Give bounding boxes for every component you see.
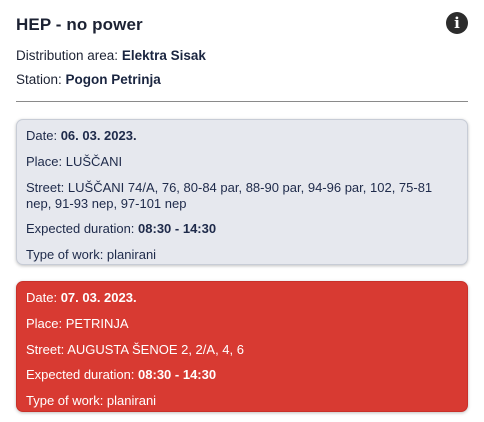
outage-duration: Expected duration: 08:30 - 14:30 [26,367,458,383]
distribution-area: Distribution area: Elektra Sisak [16,48,206,63]
outage-street: Street: LUŠČANI 74/A, 76, 80-84 par, 88-… [26,180,458,212]
outage-duration: Expected duration: 08:30 - 14:30 [26,221,458,237]
outage-place-label: Place: [26,154,66,169]
outage-date-value: 06. 03. 2023. [60,128,137,143]
outage-place: Place: LUŠČANI [26,154,458,170]
outage-street-value: AUGUSTA ŠENOE 2, 2/A, 4, 6 [67,342,244,357]
hep-outage-card: HEP - no power i Distribution area: Elek… [0,0,484,422]
outage-date-label: Date: [26,290,61,305]
outage-card-highlighted: Date: 07. 03. 2023. Place: PETRINJA Stre… [16,281,468,412]
card-title: HEP - no power [16,15,143,34]
outage-type-value: planirani [106,247,157,262]
outage-duration-label: Expected duration: [26,221,139,236]
outage-type-label: Type of work: [26,393,107,408]
outage-place-label: Place: [26,316,66,331]
outage-street-value: LUŠČANI 74/A, 76, 80-84 par, 88-90 par, … [26,180,433,211]
outage-street-label: Street: [26,180,68,195]
outage-type-value: planirani [106,393,157,408]
outage-card-upcoming: Date: 06. 03. 2023. Place: LUŠČANI Stree… [16,119,468,265]
outage-date-label: Date: [26,128,61,143]
station-value: Pogon Petrinja [65,72,161,87]
info-icon[interactable]: i [446,12,468,34]
outage-street-label: Street: [26,342,68,357]
outage-duration-value: 08:30 - 14:30 [138,367,217,382]
outage-street: Street: AUGUSTA ŠENOE 2, 2/A, 4, 6 [26,342,458,358]
card-header: HEP - no power i [16,12,468,40]
outage-place-value: PETRINJA [65,316,129,331]
outage-type: Type of work: planirani [26,393,458,409]
outage-duration-value: 08:30 - 14:30 [138,221,217,236]
outage-date: Date: 06. 03. 2023. [26,128,458,144]
station: Station: Pogon Petrinja [16,72,161,87]
outage-duration-label: Expected duration: [26,367,139,382]
distribution-area-label: Distribution area: [16,48,122,63]
distribution-area-value: Elektra Sisak [121,48,206,63]
outage-type: Type of work: planirani [26,247,458,263]
outage-type-label: Type of work: [26,247,107,262]
outage-place-value: LUŠČANI [65,154,123,169]
divider [16,101,468,102]
station-label: Station: [16,72,66,87]
outage-date: Date: 07. 03. 2023. [26,290,458,306]
outage-place: Place: PETRINJA [26,316,458,332]
outage-date-value: 07. 03. 2023. [60,290,137,305]
